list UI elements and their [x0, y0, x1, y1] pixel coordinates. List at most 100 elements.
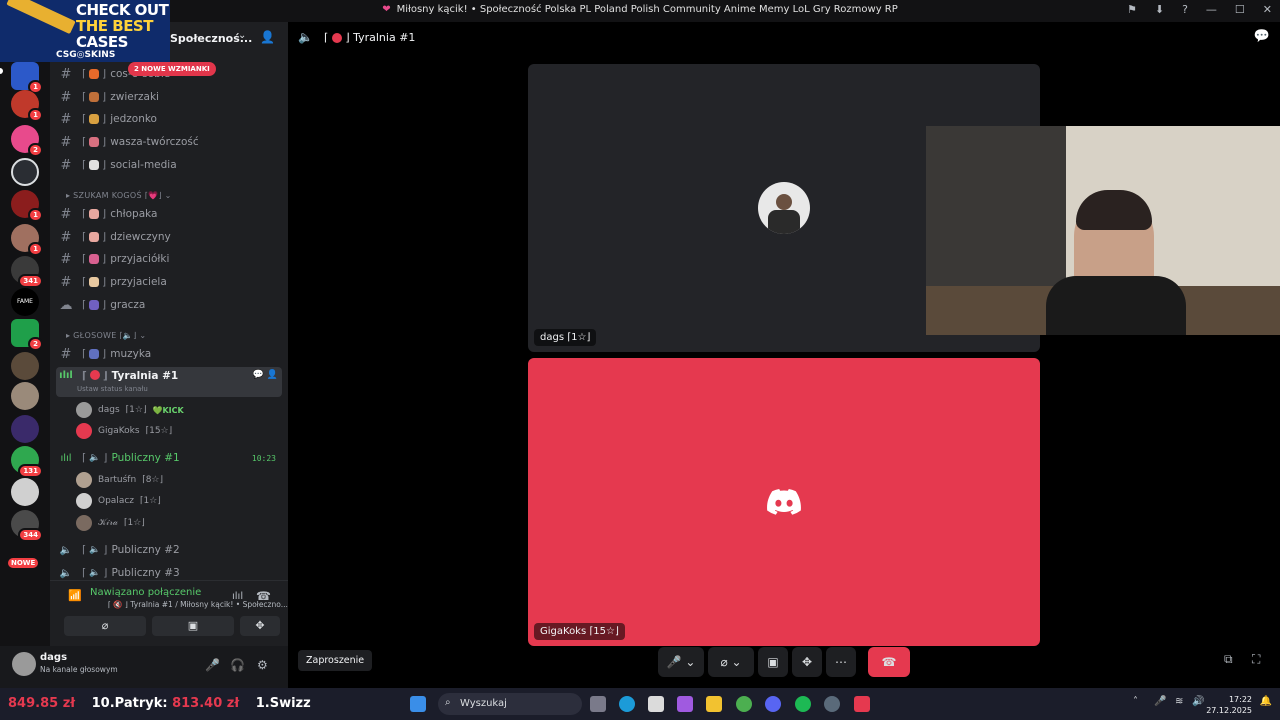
- server-icon[interactable]: FAME: [11, 288, 39, 316]
- new-mentions-pill[interactable]: 2 NOWE WZMIANKI: [128, 62, 216, 76]
- popout-icon[interactable]: ⧉: [1224, 652, 1233, 667]
- spotify-icon[interactable]: [795, 696, 811, 712]
- user-name[interactable]: dags: [40, 652, 67, 663]
- hash-icon: #: [60, 274, 72, 290]
- activities-button[interactable]: ✥: [792, 647, 822, 677]
- store-icon[interactable]: [648, 696, 664, 712]
- server-icon[interactable]: 1: [11, 62, 43, 94]
- server-icon[interactable]: 131: [11, 446, 43, 478]
- camera-button[interactable]: ⌀ ⌄: [708, 647, 754, 677]
- invite-button[interactable]: Zaproszenie: [298, 650, 373, 671]
- chat-icon[interactable]: 💬: [1254, 29, 1270, 44]
- connection-status[interactable]: Nawiązano połączenie: [90, 587, 201, 598]
- channel-item[interactable]: # ⌈ ⌋ social-media: [56, 155, 282, 175]
- video-tile-gigakoks[interactable]: GigaKoks ⌈15☆⌋: [528, 358, 1040, 646]
- chat-icon[interactable]: 💬: [253, 370, 264, 380]
- voice-user[interactable]: dags ⌈1☆⌋ 💚KICK: [76, 400, 184, 420]
- server-badge: 131: [18, 464, 43, 478]
- channel-label: wasza-twórczość: [110, 136, 199, 148]
- server-icon[interactable]: [11, 415, 39, 443]
- disconnect-icon[interactable]: ☎: [256, 589, 271, 603]
- taskbar-search[interactable]: ⌕ Wyszukaj: [438, 693, 582, 715]
- voice-channel-active[interactable]: ılıl ⌈ ⌋ Tyralnia #1 💬 👤 Ustaw status kanał…: [56, 367, 282, 397]
- server-icon[interactable]: 1: [11, 224, 43, 256]
- channel-item[interactable]: # ⌈ ⌋ muzyka: [56, 344, 282, 364]
- channel-status[interactable]: Ustaw status kanału: [77, 385, 148, 393]
- server-badge: 2: [28, 337, 43, 351]
- avatar[interactable]: [12, 652, 36, 676]
- server-icon[interactable]: [11, 352, 39, 380]
- server-icon[interactable]: 1: [11, 90, 43, 122]
- activities-button[interactable]: ✥: [240, 616, 280, 636]
- chrome-icon[interactable]: [736, 696, 752, 712]
- maximize-button[interactable]: ☐: [1235, 3, 1245, 16]
- tray-chevron-icon[interactable]: ˄: [1133, 696, 1138, 707]
- category-seeking[interactable]: ▸ SZUKAM KOGOŚ ⌈💗⌋ ⌄: [66, 191, 172, 200]
- minimize-button[interactable]: —: [1206, 3, 1217, 16]
- copilot-icon[interactable]: [677, 696, 693, 712]
- channel-label: przyjaciela: [110, 276, 167, 288]
- channel-item[interactable]: # ⌈ ⌋ jedzonko: [56, 109, 282, 129]
- channel-item[interactable]: # ⌈ ⌋ przyjaciółki: [56, 249, 282, 269]
- inbox-icon[interactable]: ⚑: [1127, 3, 1137, 16]
- add-member-icon[interactable]: 👤: [260, 30, 275, 44]
- channel-item[interactable]: ☁ ⌈ ⌋ gracza: [56, 295, 282, 315]
- voice-user[interactable]: Bartuśfn ⌈8☆⌋: [76, 470, 163, 490]
- category-voice[interactable]: ▸ GŁOSOWE ⌈🔈⌋ ⌄: [66, 331, 146, 340]
- camera-off-button[interactable]: ⌀: [64, 616, 146, 636]
- server-icon[interactable]: 2: [11, 319, 43, 351]
- channel-item[interactable]: # ⌈ ⌋ przyjaciela: [56, 272, 282, 292]
- screen-share-button[interactable]: ▣: [152, 616, 234, 636]
- discord-icon[interactable]: [765, 696, 781, 712]
- windows-start-icon[interactable]: [410, 696, 426, 712]
- discord-logo-icon: [767, 489, 801, 515]
- invite-user-icon[interactable]: 👤: [267, 370, 278, 380]
- edge-icon[interactable]: [619, 696, 635, 712]
- voice-channel[interactable]: 🔈 ⌈ 🔈 ⌋ Publiczny #3: [56, 563, 282, 580]
- screen-share-button[interactable]: ▣: [758, 647, 788, 677]
- tiktok-icon[interactable]: [854, 696, 870, 712]
- fullscreen-icon[interactable]: ⛶: [1252, 652, 1260, 667]
- server-icon[interactable]: 344: [11, 510, 43, 542]
- wifi-icon[interactable]: ≋: [1175, 696, 1183, 707]
- close-button[interactable]: ✕: [1263, 3, 1272, 16]
- headphones-icon[interactable]: 🎧: [230, 658, 245, 672]
- server-icon[interactable]: 1: [11, 190, 43, 222]
- server-icon[interactable]: 2: [11, 125, 43, 157]
- server-icon[interactable]: [11, 478, 39, 506]
- unread-pip: [0, 68, 3, 74]
- server-icon[interactable]: 341: [11, 256, 43, 288]
- server-icon[interactable]: [11, 382, 39, 410]
- voice-channel[interactable]: 🔈 ⌈ 🔈 ⌋ Publiczny #2: [56, 540, 282, 560]
- voice-user[interactable]: GigaKoks ⌈15☆⌋: [76, 421, 172, 441]
- help-icon[interactable]: ?: [1182, 3, 1188, 16]
- task-view-icon[interactable]: [590, 696, 606, 712]
- channel-item[interactable]: # ⌈ ⌋ wasza-twórczość: [56, 132, 282, 152]
- channel-item[interactable]: # ⌈ ⌋ chłopaka: [56, 204, 282, 224]
- steam-icon[interactable]: [824, 696, 840, 712]
- disconnect-call-button[interactable]: ☎: [868, 647, 910, 677]
- voice-user[interactable]: 𝒦𝒾𝓇𝒶 ⌈1☆⌋: [76, 513, 145, 533]
- hash-icon: #: [60, 157, 72, 173]
- voice-user[interactable]: Opalacz ⌈1☆⌋: [76, 491, 161, 511]
- voice-channel[interactable]: ılıl ⌈ 🔈 ⌋ Publiczny #1 10:23: [56, 448, 282, 468]
- more-options-button[interactable]: ⋯: [826, 647, 856, 677]
- file-explorer-icon[interactable]: [706, 696, 722, 712]
- noise-suppression-icon[interactable]: ılıl: [232, 591, 243, 602]
- settings-icon[interactable]: ⚙: [257, 658, 268, 672]
- taskbar-clock[interactable]: 17:22 27.12.2025: [1206, 694, 1252, 716]
- microphone-icon[interactable]: 🎤: [1154, 696, 1166, 707]
- channel-item[interactable]: # ⌈ ⌋ zwierzaki: [56, 87, 282, 107]
- notifications-icon[interactable]: 🔔: [1260, 696, 1272, 707]
- forum-icon: ☁: [59, 297, 73, 313]
- volume-icon[interactable]: 🔊: [1192, 696, 1204, 707]
- channel-item[interactable]: # ⌈ ⌋ dziewczyny: [56, 227, 282, 247]
- call-controls: 🎤 ⌄ ⌀ ⌄ ▣ ✥ ⋯ ☎: [658, 646, 910, 678]
- microphone-button[interactable]: 🎤 ⌄: [658, 647, 704, 677]
- speaker-icon: 🔈: [89, 453, 101, 463]
- voice-user-name: Opalacz: [98, 496, 134, 506]
- update-icon[interactable]: ⬇: [1155, 3, 1164, 16]
- chevron-down-icon: ⌄: [238, 30, 247, 41]
- microphone-icon[interactable]: 🎤: [205, 658, 220, 672]
- server-icon[interactable]: [11, 158, 39, 186]
